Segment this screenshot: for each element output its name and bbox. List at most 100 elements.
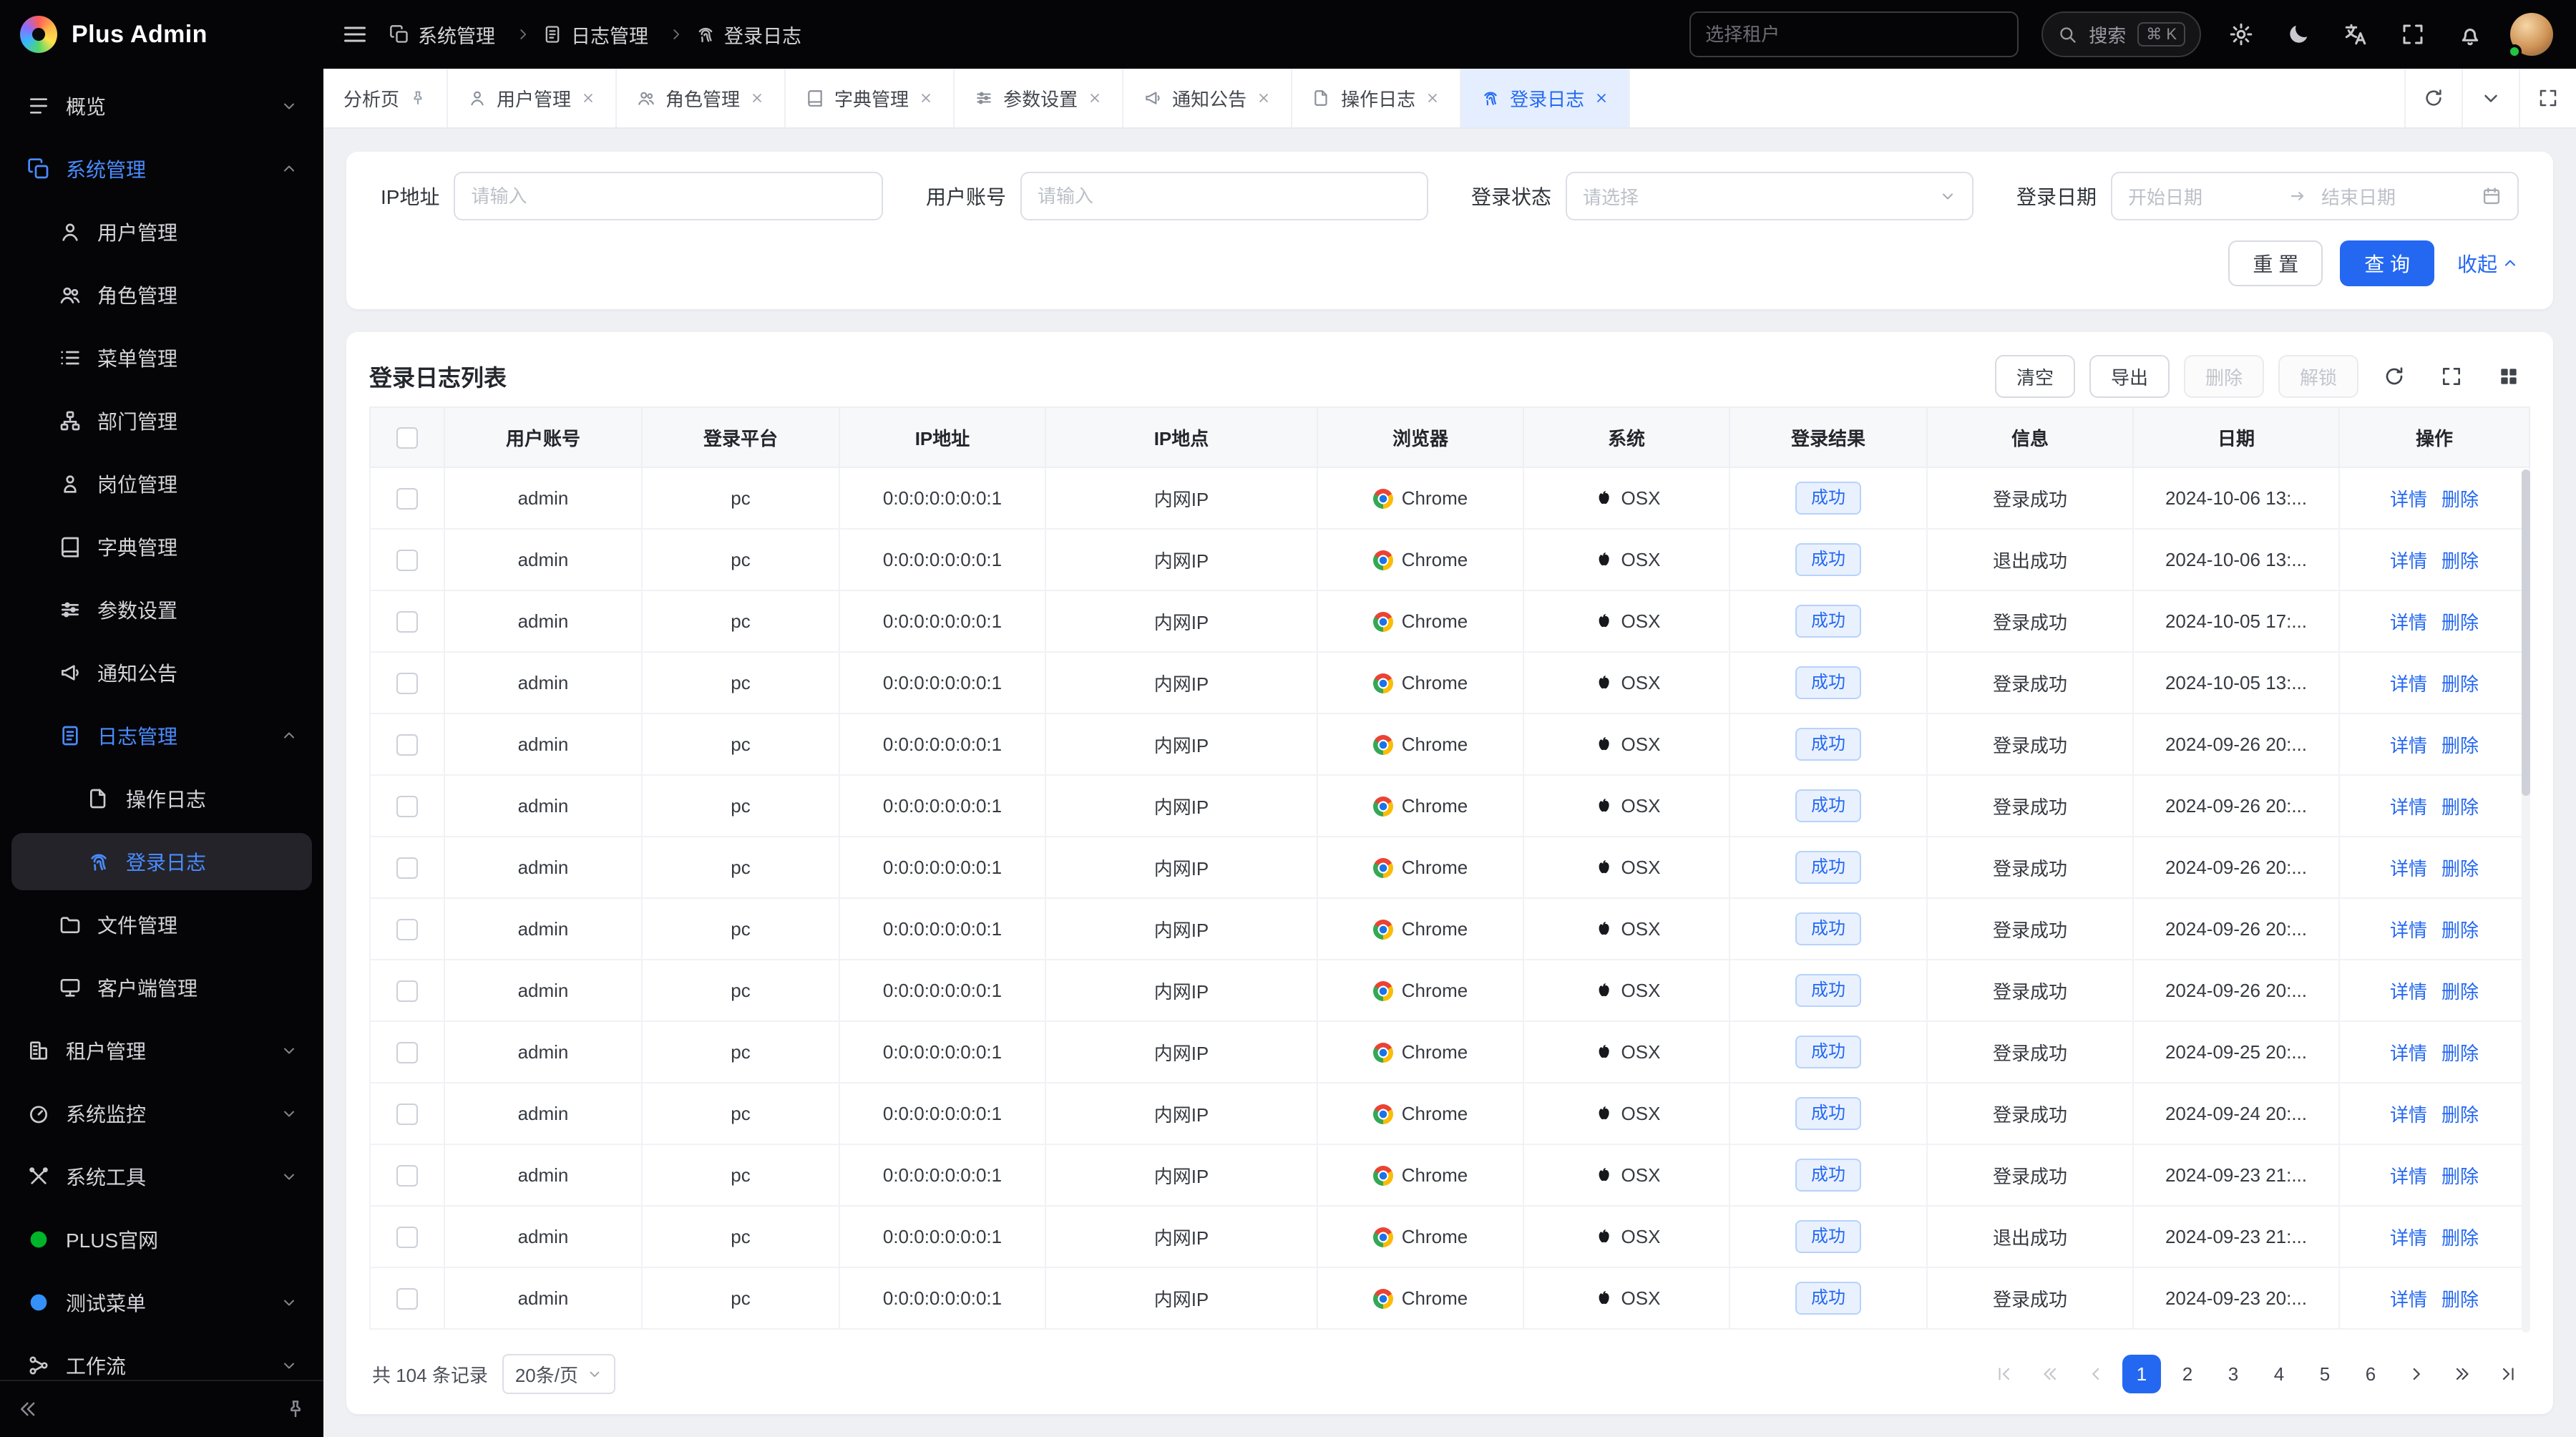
first-page-button[interactable] [1985,1355,2024,1393]
row-checkbox[interactable] [396,611,418,633]
table-scrollbar-thumb[interactable] [2522,469,2530,796]
page-number-button[interactable]: 2 [2168,1355,2207,1393]
collapse-filter-link[interactable]: 收起 [2457,249,2519,278]
page-number-button[interactable]: 5 [2306,1355,2344,1393]
detail-link[interactable]: 详情 [2390,550,2427,572]
detail-link[interactable]: 详情 [2390,797,2427,818]
sidebar-item[interactable]: 角色管理 [11,266,312,323]
sidebar-item[interactable]: 部门管理 [11,392,312,449]
export-button[interactable]: 导出 [2089,355,2170,398]
detail-link[interactable]: 详情 [2390,981,2427,1003]
table-scrollbar[interactable] [2522,469,2530,1333]
detail-link[interactable]: 详情 [2390,1289,2427,1310]
tab[interactable]: 字典管理 [786,69,955,127]
row-delete-link[interactable]: 删除 [2441,920,2479,941]
detail-link[interactable]: 详情 [2390,1104,2427,1126]
detail-link[interactable]: 详情 [2390,1166,2427,1187]
last-page-button[interactable] [2489,1355,2527,1393]
sidebar-item[interactable]: 工作流 [11,1337,312,1380]
login-date-range-picker[interactable]: 开始日期 结束日期 [2111,172,2519,220]
row-checkbox[interactable] [396,1165,418,1187]
row-checkbox[interactable] [396,734,418,756]
sidebar-item[interactable]: 租户管理 [11,1022,312,1079]
page-number-button[interactable]: 3 [2214,1355,2253,1393]
refresh-page-icon[interactable] [2404,69,2462,127]
sidebar-toggle-icon[interactable] [338,17,372,52]
query-button[interactable]: 查 询 [2340,240,2434,286]
row-checkbox[interactable] [396,550,418,571]
sidebar-item[interactable]: 通知公告 [11,644,312,701]
tab-close-icon[interactable] [1257,91,1271,105]
sidebar-item[interactable]: 测试菜单 [11,1274,312,1331]
language-translate-icon[interactable] [2338,17,2373,52]
row-checkbox[interactable] [396,980,418,1002]
sidebar-item[interactable]: 菜单管理 [11,329,312,386]
sidebar-item[interactable]: 文件管理 [11,896,312,953]
column-settings-grid-icon[interactable] [2487,355,2530,398]
row-delete-link[interactable]: 删除 [2441,1289,2479,1310]
sidebar-item[interactable]: 概览 [11,77,312,135]
breadcrumb-item[interactable]: 系统管理 [389,21,542,49]
row-checkbox[interactable] [396,1104,418,1125]
sidebar-item[interactable]: 系统管理 [11,140,312,198]
row-delete-link[interactable]: 删除 [2441,1043,2479,1064]
tab-close-icon[interactable] [581,91,595,105]
row-delete-link[interactable]: 删除 [2441,1104,2479,1126]
detail-link[interactable]: 详情 [2390,735,2427,756]
content-fullscreen-icon[interactable] [2519,69,2576,127]
page-number-button[interactable]: 1 [2122,1355,2161,1393]
row-delete-link[interactable]: 删除 [2441,489,2479,510]
row-checkbox[interactable] [396,857,418,879]
user-avatar[interactable] [2510,13,2553,56]
detail-link[interactable]: 详情 [2390,673,2427,695]
reset-button[interactable]: 重 置 [2228,240,2323,286]
prev-page-button[interactable] [2077,1355,2115,1393]
detail-link[interactable]: 详情 [2390,1043,2427,1064]
table-fullscreen-icon[interactable] [2430,355,2473,398]
tab-close-icon[interactable] [750,91,764,105]
page-number-button[interactable]: 6 [2351,1355,2390,1393]
detail-link[interactable]: 详情 [2390,920,2427,941]
tab-close-icon[interactable] [1425,91,1440,105]
next-pages-button[interactable] [2443,1355,2482,1393]
select-all-checkbox[interactable] [396,427,418,449]
tab-close-icon[interactable] [919,91,933,105]
settings-gear-icon[interactable] [2224,17,2258,52]
detail-link[interactable]: 详情 [2390,1227,2427,1249]
row-delete-link[interactable]: 删除 [2441,735,2479,756]
row-checkbox[interactable] [396,1042,418,1063]
refresh-list-icon[interactable] [2373,355,2416,398]
tab[interactable]: 分析页 [323,69,448,127]
delete-button[interactable]: 删除 [2184,355,2264,398]
global-search-button[interactable]: 搜索 ⌘ K [2041,11,2201,57]
breadcrumb-item[interactable]: 日志管理 [542,21,696,49]
row-delete-link[interactable]: 删除 [2441,673,2479,695]
row-delete-link[interactable]: 删除 [2441,612,2479,633]
detail-link[interactable]: 详情 [2390,858,2427,880]
page-size-select[interactable]: 20条/页 [502,1354,615,1394]
fullscreen-icon[interactable] [2396,17,2430,52]
tab-close-icon[interactable] [1594,91,1609,105]
row-checkbox[interactable] [396,796,418,817]
pin-sidebar-icon[interactable] [285,1398,306,1420]
tab-close-icon[interactable] [1088,91,1102,105]
theme-moon-icon[interactable] [2281,17,2316,52]
tenant-select-input[interactable] [1689,11,2019,57]
row-checkbox[interactable] [396,488,418,510]
clear-button[interactable]: 清空 [1995,355,2075,398]
tab[interactable]: 角色管理 [617,69,786,127]
sidebar-item[interactable]: PLUS官网 [11,1211,312,1268]
row-checkbox[interactable] [396,673,418,694]
user-account-input[interactable] [1020,172,1428,220]
sidebar-item[interactable]: 字典管理 [11,518,312,575]
sidebar-item[interactable]: 系统监控 [11,1085,312,1142]
row-delete-link[interactable]: 删除 [2441,550,2479,572]
sidebar-item[interactable]: 参数设置 [11,581,312,638]
sidebar-item[interactable]: 操作日志 [11,770,312,827]
next-page-button[interactable] [2397,1355,2436,1393]
sidebar-item[interactable]: 用户管理 [11,203,312,260]
tab[interactable]: 参数设置 [955,69,1123,127]
unlock-button[interactable]: 解锁 [2278,355,2358,398]
login-status-select[interactable]: 请选择 [1566,172,1974,220]
tab[interactable]: 通知公告 [1123,69,1292,127]
